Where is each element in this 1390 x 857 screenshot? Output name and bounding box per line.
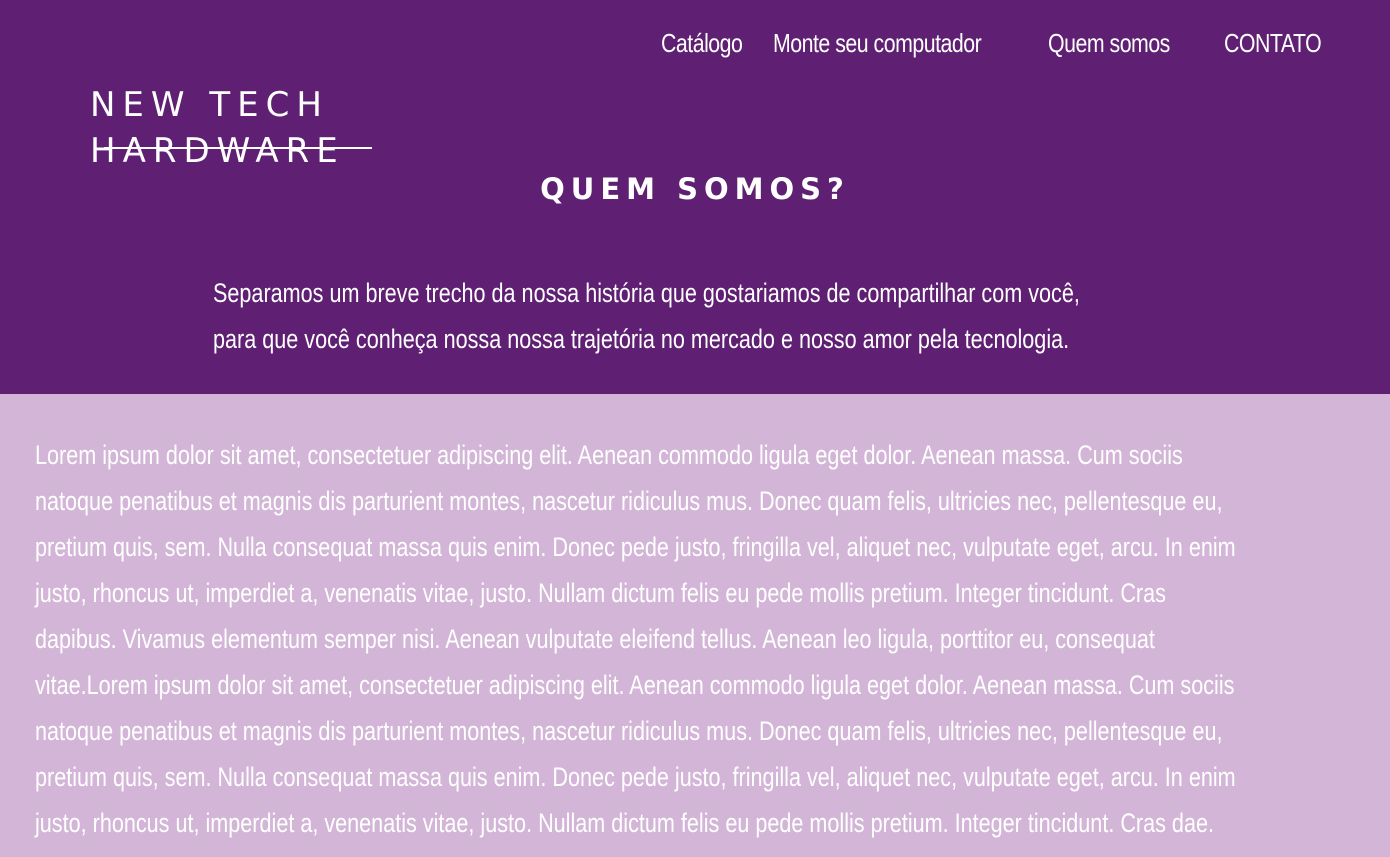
site-header: Catálogo Monte seu computador Quem somos…: [0, 0, 1390, 394]
paragraph-line: Lorem ipsum dolor sit amet, consectetuer…: [35, 440, 1183, 470]
logo-line-1: NEW TECH: [90, 85, 329, 125]
paragraph-line: natoque penatibus et magnis dis parturie…: [35, 716, 1223, 746]
intro-line: para que você conheça nossa nossa trajet…: [213, 324, 1070, 354]
logo-strike-line: [104, 147, 372, 149]
nav-link-quem-somos[interactable]: Quem somos: [1048, 28, 1170, 59]
nav-link-contato[interactable]: CONTATO: [1224, 28, 1322, 59]
intro-text: Separamos um breve trecho da nossa histó…: [213, 270, 1093, 362]
paragraph-line: vitae.Lorem ipsum dolor sit amet, consec…: [35, 670, 1235, 700]
nav-link-monte-seu-computador[interactable]: Monte seu computador: [773, 28, 982, 59]
site-logo[interactable]: NEW TECH HARDWARE: [90, 82, 390, 174]
nav-link-catalogo[interactable]: Catálogo: [661, 28, 743, 59]
paragraph-line: justo, rhoncus ut, imperdiet a, venenati…: [35, 808, 1214, 838]
paragraph-line: justo, rhoncus ut, imperdiet a, venenati…: [35, 578, 1166, 608]
paragraph-line: pretium quis, sem. Nulla consequat massa…: [35, 762, 1236, 792]
paragraph-line: natoque penatibus et magnis dis parturie…: [35, 486, 1223, 516]
intro-line: Separamos um breve trecho da nossa histó…: [213, 278, 1080, 308]
paragraph-line: dapibus. Vivamus elementum semper nisi. …: [35, 624, 1155, 654]
paragraph-line: pretium quis, sem. Nulla consequat massa…: [35, 532, 1236, 562]
page-title: QUEM SOMOS?: [540, 172, 850, 206]
logo-line-2: HARDWARE: [90, 131, 345, 171]
main-nav: Catálogo Monte seu computador Quem somos…: [0, 28, 1390, 68]
history-paragraph: Lorem ipsum dolor sit amet, consectetuer…: [35, 432, 1347, 846]
